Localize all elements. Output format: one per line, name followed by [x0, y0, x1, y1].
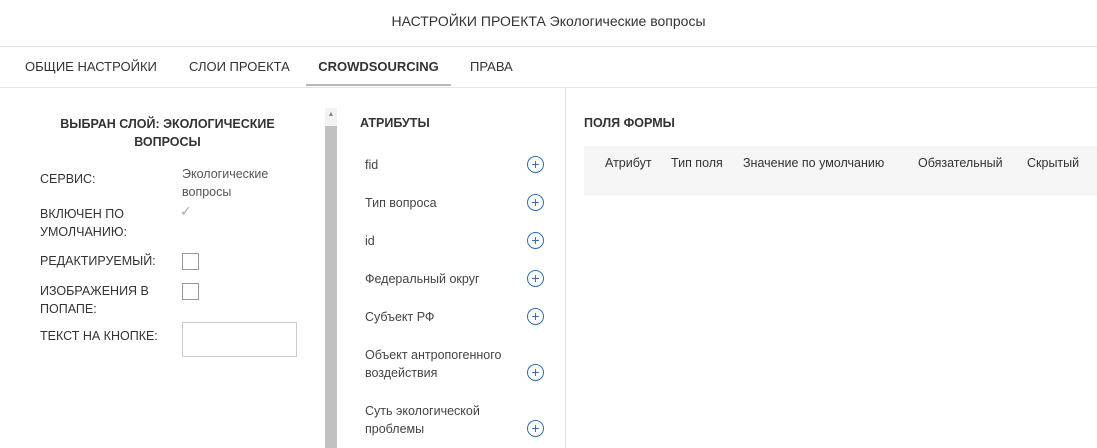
layer-settings-panel: ВЫБРАН СЛОЙ: ЭКОЛОГИЧЕСКИЕ ВОПРОСЫ СЕРВИ…	[0, 88, 323, 448]
tab-bar: ОБЩИЕ НАСТРОЙКИ СЛОИ ПРОЕКТА CROWDSOURCI…	[0, 47, 1097, 88]
attributes-panel: АТРИБУТЫ fid + Тип вопроса + id + Федера…	[345, 88, 566, 448]
add-attribute-icon[interactable]: +	[527, 270, 544, 287]
popup-images-checkbox[interactable]	[182, 283, 199, 300]
tab-general-settings[interactable]: ОБЩИЕ НАСТРОЙКИ	[25, 47, 157, 86]
form-fields-title: ПОЛЯ ФОРМЫ	[584, 116, 675, 130]
service-value: Экологические вопросы	[182, 167, 269, 199]
form-fields-table-header: Атрибут Тип поля Значение по умолчанию О…	[584, 146, 1097, 195]
column-header-field-type: Тип поля	[671, 156, 723, 170]
add-attribute-icon[interactable]: +	[527, 364, 544, 381]
popup-images-label: ИЗОБРАЖЕНИЯ В ПОПАПЕ:	[40, 284, 149, 316]
column-header-attribute: Атрибут	[605, 156, 652, 170]
service-label: СЕРВИС:	[40, 172, 96, 186]
page-title: НАСТРОЙКИ ПРОЕКТА Экологические вопросы	[391, 13, 706, 29]
attribute-item: fid	[365, 158, 379, 172]
column-header-default-value: Значение по умолчанию	[743, 156, 885, 170]
attribute-item: id	[365, 234, 375, 248]
add-attribute-icon[interactable]: +	[527, 194, 544, 211]
default-enabled-label: ВКЛЮЧЕН ПО УМОЛЧАНИЮ:	[40, 207, 127, 239]
check-icon: ✓	[180, 203, 192, 219]
tab-project-layers[interactable]: СЛОИ ПРОЕКТА	[189, 47, 290, 86]
page-header: НАСТРОЙКИ ПРОЕКТА Экологические вопросы	[0, 0, 1097, 47]
column-header-required: Обязательный	[918, 156, 1003, 170]
scrollbar-thumb[interactable]	[325, 126, 337, 448]
attribute-item: Суть экологической проблемы	[365, 404, 480, 436]
add-attribute-icon[interactable]: +	[527, 156, 544, 173]
button-text-input[interactable]	[182, 322, 297, 357]
attribute-item: Федеральный округ	[365, 272, 480, 286]
attributes-title: АТРИБУТЫ	[360, 116, 430, 130]
button-text-label: ТЕКСТ НА КНОПКЕ:	[40, 329, 158, 343]
scroll-up-arrow-icon[interactable]: ▲	[325, 111, 337, 119]
editable-checkbox[interactable]	[182, 253, 199, 270]
tab-permissions[interactable]: ПРАВА	[470, 47, 513, 86]
column-header-hidden: Скрытый	[1027, 156, 1080, 170]
attribute-item: Тип вопроса	[365, 196, 437, 210]
editable-label: РЕДАКТИРУЕМЫЙ:	[40, 254, 156, 268]
attribute-item: Объект антропогенного воздействия	[365, 348, 502, 380]
tab-crowdsourcing[interactable]: CROWDSOURCING	[306, 47, 451, 86]
add-attribute-icon[interactable]: +	[527, 308, 544, 325]
vertical-scrollbar[interactable]: ▲	[325, 108, 337, 448]
form-fields-panel: ПОЛЯ ФОРМЫ Атрибут Тип поля Значение по …	[584, 88, 1097, 448]
add-attribute-icon[interactable]: +	[527, 232, 544, 249]
attribute-item: Субъект РФ	[365, 310, 435, 324]
add-attribute-icon[interactable]: +	[527, 420, 544, 437]
selected-layer-title: ВЫБРАН СЛОЙ: ЭКОЛОГИЧЕСКИЕ ВОПРОСЫ	[60, 117, 275, 149]
